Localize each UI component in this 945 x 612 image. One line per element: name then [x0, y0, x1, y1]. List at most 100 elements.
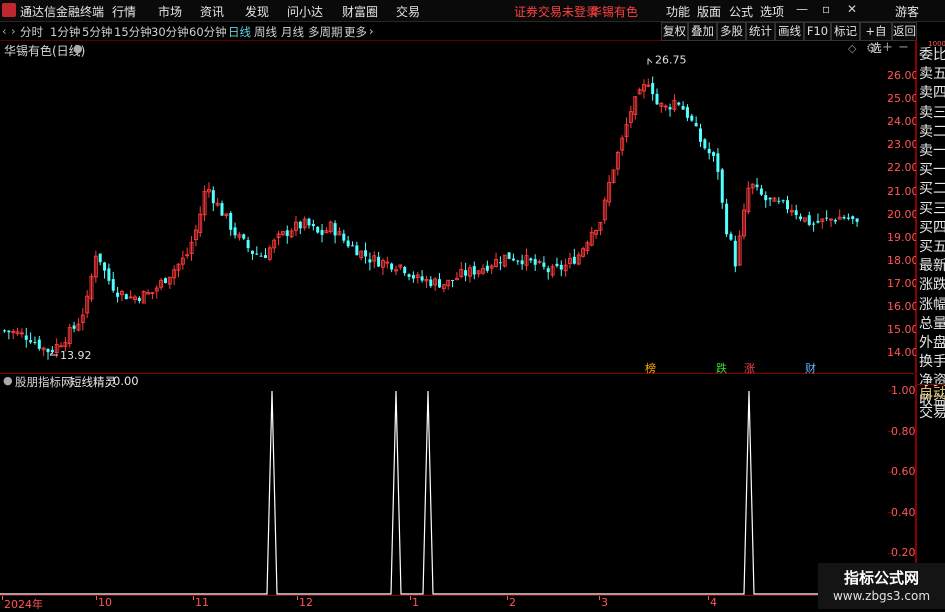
candle	[193, 224, 198, 247]
menu-options[interactable]: 选项	[760, 3, 784, 20]
candle	[215, 197, 220, 207]
candle	[550, 264, 555, 278]
x-tick-label: 11	[195, 596, 209, 609]
back-button[interactable]: 返回	[892, 22, 917, 41]
close-icon[interactable]: ✕	[847, 2, 857, 16]
restore-icon[interactable]: ▫	[822, 2, 830, 16]
candle	[424, 275, 429, 288]
add-watchlist-button[interactable]: +自选	[860, 22, 892, 55]
candle	[489, 264, 494, 275]
candle	[451, 279, 455, 288]
period-daily[interactable]: 日线	[228, 24, 251, 40]
candle	[72, 321, 76, 333]
tab-auto[interactable]: 自动	[919, 385, 945, 404]
candle	[276, 230, 281, 246]
quote-field-label: 最新	[919, 258, 945, 275]
candle	[324, 227, 329, 234]
menu-function[interactable]: 功能	[666, 3, 690, 20]
candle	[468, 264, 472, 283]
candle	[646, 78, 651, 88]
candle	[846, 213, 850, 221]
menu-market[interactable]: 市场	[158, 3, 182, 20]
price-tick-label: 17.00	[887, 276, 919, 290]
menu-formula[interactable]: 公式	[729, 3, 753, 20]
period-monthly[interactable]: 月线	[281, 24, 304, 40]
overlay-button[interactable]: 叠加	[688, 22, 717, 41]
f10-button[interactable]: F10	[804, 22, 831, 41]
candle	[837, 209, 842, 220]
candle	[772, 197, 777, 202]
candle	[346, 235, 350, 249]
quote-field-label: 涨幅	[919, 296, 945, 313]
candle	[802, 217, 807, 223]
app-logo-icon	[2, 3, 16, 17]
period-weekly[interactable]: 周线	[254, 24, 277, 40]
candle	[611, 169, 616, 184]
x-tick-mark	[507, 596, 508, 600]
x-tick-label: 3	[601, 596, 608, 609]
next-arrow-icon[interactable]: ›	[11, 24, 16, 38]
period-tick[interactable]: 分时	[20, 24, 43, 40]
high-annotation: 26.75	[647, 54, 687, 67]
menu-wealth-circle[interactable]: 财富圈	[342, 3, 378, 20]
multi-stock-button[interactable]: 多股	[717, 22, 746, 41]
candle	[372, 251, 377, 269]
candle	[786, 195, 789, 214]
adjust-button[interactable]: 复权	[661, 22, 688, 41]
candle	[176, 263, 181, 278]
x-tick-label: 10	[98, 596, 112, 609]
period-30min[interactable]: 30分钟	[151, 24, 189, 40]
candle	[368, 252, 372, 271]
candle	[298, 220, 302, 235]
candle	[46, 348, 50, 360]
candle	[246, 236, 250, 253]
period-60min[interactable]: 60分钟	[189, 24, 227, 40]
candle	[280, 230, 285, 237]
menu-layout[interactable]: 版面	[697, 3, 721, 20]
indicator-chart[interactable]	[0, 374, 915, 595]
period-5min[interactable]: 5分钟	[82, 24, 112, 40]
period-1min[interactable]: 1分钟	[50, 24, 80, 40]
menu-discover[interactable]: 发现	[245, 3, 269, 20]
candle	[476, 270, 481, 278]
candlestick-chart[interactable]: 26.75 13.92	[0, 40, 915, 373]
login-notice[interactable]: 证券交易未登录	[514, 3, 598, 20]
candle	[533, 254, 537, 271]
mark-button[interactable]: 标记	[831, 22, 860, 41]
quote-field-label: 涨跌	[919, 277, 945, 294]
candle	[189, 236, 194, 261]
candle	[446, 279, 451, 290]
period-multi[interactable]: 多周期	[308, 24, 343, 40]
minimize-icon[interactable]: —	[796, 2, 808, 16]
menu-trade[interactable]: 交易	[396, 3, 420, 20]
watermark-title: 指标公式网	[843, 569, 919, 587]
candle	[146, 289, 151, 295]
candle	[206, 182, 211, 198]
candle	[642, 79, 646, 99]
statistics-button[interactable]: 统计	[746, 22, 775, 41]
tab-trade[interactable]: 交易	[919, 404, 945, 423]
candle	[459, 261, 464, 279]
price-tick-label: 26.00	[887, 69, 919, 82]
period-more[interactable]: 更多	[344, 24, 367, 40]
menu-ask[interactable]: 问小达	[287, 3, 323, 20]
prev-arrow-icon[interactable]: ‹	[2, 24, 7, 38]
signal-line	[0, 390, 860, 595]
draw-line-button[interactable]: 画线	[775, 22, 804, 41]
quote-field-label: 卖二	[919, 123, 945, 140]
candle	[11, 329, 16, 340]
candle	[377, 251, 381, 268]
candle	[267, 245, 272, 262]
x-tick-label: 4	[710, 596, 717, 609]
guest-label[interactable]: 游客	[895, 3, 919, 20]
candle	[707, 142, 711, 160]
menu-quotes[interactable]: 行情	[112, 3, 136, 20]
candle	[759, 184, 763, 197]
period-15min[interactable]: 15分钟	[114, 24, 152, 40]
candle	[794, 204, 798, 220]
candle	[677, 101, 681, 107]
menu-news[interactable]: 资讯	[200, 3, 224, 20]
candle	[93, 250, 98, 283]
candle	[333, 220, 337, 244]
more-chevron-icon[interactable]: ›	[369, 24, 374, 38]
